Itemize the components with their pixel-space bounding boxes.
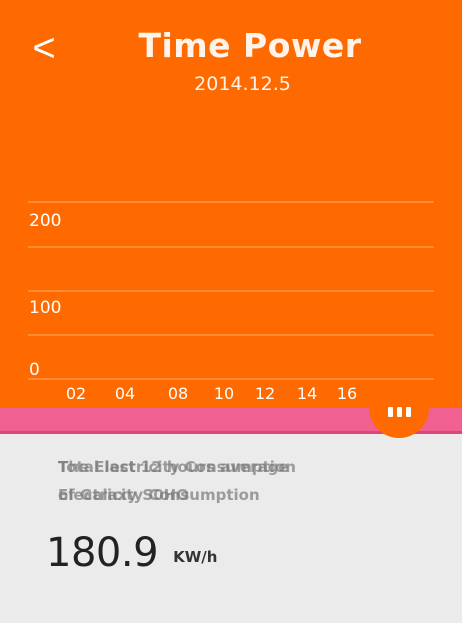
- x-tick-label: 12: [255, 384, 275, 403]
- consumption-readout: 180.9 KW/h: [46, 530, 217, 576]
- x-tick-label: 02: [66, 384, 86, 403]
- page-title: Time Power: [138, 26, 362, 65]
- x-axis-ticks: 02 04 08 10 12 14 16: [66, 384, 357, 403]
- x-tick-label: 04: [115, 384, 135, 403]
- header: 200 100 0 02 04 08 10 12 14 16 < Time Power 2014…: [0, 0, 462, 408]
- chart-gridlines: [28, 201, 434, 380]
- x-tick-label: 10: [214, 384, 234, 403]
- y-axis-ticks: 200 100 0: [29, 211, 61, 380]
- more-icon-bar: [405, 407, 411, 417]
- x-tick-label: 08: [168, 384, 188, 403]
- x-tick-label: 14: [297, 384, 317, 403]
- more-icon-bar: [396, 407, 402, 417]
- x-tick-label: 16: [337, 384, 357, 403]
- consumption-value: 180.9: [46, 530, 159, 576]
- more-icon-bar: [387, 407, 393, 417]
- date-label: 2014.12.5: [194, 73, 291, 95]
- y-tick-label: 200: [29, 211, 61, 231]
- consumption-unit: KW/h: [173, 548, 218, 566]
- consumption-sublabel: Electricity Consumption: [58, 486, 260, 504]
- consumption-label-alt: Total last 12 hours average: [58, 458, 289, 476]
- y-tick-label: 100: [29, 298, 61, 318]
- y-tick-label: 0: [29, 360, 40, 380]
